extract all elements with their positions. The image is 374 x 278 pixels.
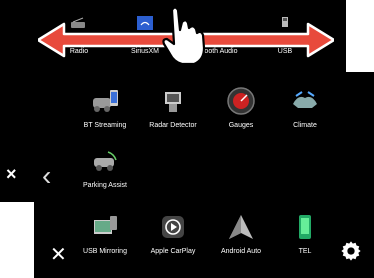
phone-icon [299, 215, 311, 239]
source-usb[interactable]: USB [250, 48, 320, 55]
tile-label: USB Mirroring [83, 248, 127, 255]
tile-label: Climate [293, 122, 317, 129]
tile-tel[interactable]: TEL [270, 212, 340, 255]
tile-usb-mirroring[interactable]: USB Mirroring [70, 212, 140, 255]
radar-detector-icon [165, 92, 181, 112]
tile-radar-detector[interactable]: Radar Detector [138, 86, 208, 129]
gauges-icon [227, 87, 255, 115]
parking-assist-icon [94, 151, 117, 171]
tile-gauges[interactable]: Gauges [206, 86, 276, 129]
previous-page-arrow[interactable]: ‹ [42, 160, 51, 192]
tile-label: TEL [298, 248, 312, 255]
tile-android-auto[interactable]: Android Auto [206, 212, 276, 255]
usb-icon[interactable] [277, 16, 293, 30]
back-close-button[interactable]: × [6, 164, 17, 185]
tile-label: Gauges [228, 122, 254, 129]
tile-label: Android Auto [220, 248, 262, 255]
tile-bt-streaming[interactable]: BT Streaming [70, 86, 140, 129]
usb-mirroring-icon [94, 216, 117, 234]
climate-icon [293, 91, 317, 108]
siriusxm-icon[interactable] [137, 16, 153, 30]
tile-apple-carplay[interactable]: Apple CarPlay [138, 212, 208, 255]
menu-screen: ‹ BT Streaming Radar Detector Gauges Cli… [34, 72, 374, 278]
gear-icon[interactable] [340, 240, 362, 262]
apple-carplay-icon [162, 216, 184, 238]
source-radio[interactable]: Radio [44, 48, 114, 55]
android-auto-icon [229, 215, 253, 239]
tile-climate[interactable]: Climate [270, 86, 340, 129]
close-button[interactable]: ✕ [50, 242, 67, 267]
bt-streaming-icon [93, 90, 118, 112]
pointing-hand-icon [161, 4, 206, 66]
tile-label: Parking Assist [83, 182, 127, 189]
tile-parking-assist[interactable]: Parking Assist [70, 146, 140, 189]
radio-icon[interactable] [70, 16, 86, 30]
tile-label: Apple CarPlay [150, 248, 196, 255]
tile-label: Radar Detector [149, 122, 197, 129]
tile-label: BT Streaming [83, 122, 127, 129]
